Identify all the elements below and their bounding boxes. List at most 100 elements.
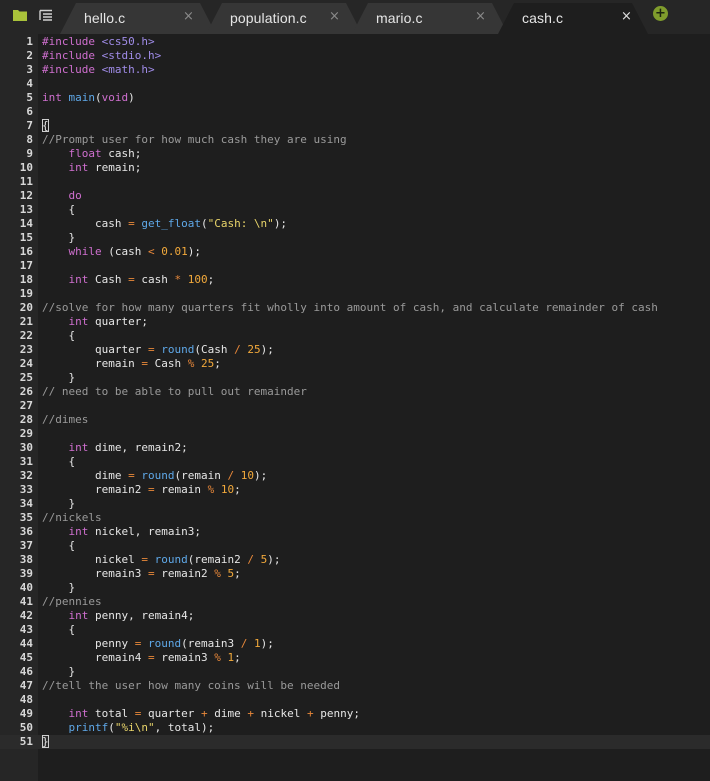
code-line[interactable]: 13 {: [0, 203, 710, 217]
code-line[interactable]: 23 quarter = round(Cash / 25);: [0, 343, 710, 357]
code-text: }: [42, 665, 75, 679]
code-line[interactable]: 32 dime = round(remain / 10);: [0, 469, 710, 483]
code-line[interactable]: 28 //dimes: [0, 413, 710, 427]
code-editor[interactable]: 1 #include <cs50.h> 2 #include <stdio.h> 3 #i…: [0, 34, 710, 781]
code-line[interactable]: 6: [0, 105, 710, 119]
code-line[interactable]: 27: [0, 399, 710, 413]
code-line[interactable]: 26 // need to be able to pull out remaind…: [0, 385, 710, 399]
code-token: quarter: [141, 707, 201, 720]
code-line[interactable]: 40 }: [0, 581, 710, 595]
code-text: quarter = round(Cash / 25);: [42, 343, 274, 357]
code-line[interactable]: 35 //nickels: [0, 511, 710, 525]
code-line[interactable]: 34 }: [0, 497, 710, 511]
tab-cash-c[interactable]: cash.c ×: [498, 3, 648, 34]
code-line[interactable]: 10 int remain;: [0, 161, 710, 175]
code-text: }: [42, 581, 75, 595]
code-token: int: [68, 315, 95, 328]
code-line[interactable]: 3 #include <math.h>: [0, 63, 710, 77]
code-token: =: [147, 651, 155, 664]
code-line[interactable]: 41 //pennies: [0, 595, 710, 609]
code-line[interactable]: 24 remain = Cash % 25;: [0, 357, 710, 371]
code-line[interactable]: 25 }: [0, 371, 710, 385]
code-line[interactable]: 20 //solve for how many quarters fit whol…: [0, 301, 710, 315]
tab-mario-c[interactable]: mario.c ×: [352, 3, 508, 34]
folder-icon[interactable]: [12, 7, 28, 23]
close-icon[interactable]: ×: [183, 9, 194, 24]
code-line[interactable]: 50 printf("%i\n", total);: [0, 721, 710, 735]
line-number: 28: [19, 413, 33, 426]
code-token: int: [68, 707, 95, 720]
code-line[interactable]: 19: [0, 287, 710, 301]
code-line[interactable]: 7{: [0, 119, 710, 133]
code-line[interactable]: 22 {: [0, 329, 710, 343]
code-line[interactable]: 31 {: [0, 455, 710, 469]
code-token: round: [154, 553, 188, 566]
code-token: <math.h>: [101, 63, 155, 76]
close-icon[interactable]: ×: [329, 9, 340, 24]
code-line[interactable]: 15 }: [0, 231, 710, 245]
code-line[interactable]: 5 int main(void): [0, 91, 710, 105]
line-number: 42: [19, 609, 33, 622]
code-token: //Prompt user for how much cash they are…: [42, 133, 347, 146]
code-line[interactable]: 39 remain3 = remain2 % 5;: [0, 567, 710, 581]
code-line[interactable]: 17: [0, 259, 710, 273]
code-text: penny = round(remain3 / 1);: [42, 637, 274, 651]
list-icon[interactable]: [38, 7, 54, 23]
code-line[interactable]: 1 #include <cs50.h>: [0, 35, 710, 49]
code-text: }: [42, 371, 75, 385]
code-line[interactable]: 42 int penny, remain4;: [0, 609, 710, 623]
tab-hello-c[interactable]: hello.c ×: [60, 3, 216, 34]
code-line[interactable]: 51}: [0, 735, 710, 749]
code-text: do: [42, 189, 82, 203]
code-line[interactable]: 29: [0, 427, 710, 441]
code-line[interactable]: 37 {: [0, 539, 710, 553]
code-line[interactable]: 16 while (cash < 0.01);: [0, 245, 710, 259]
code-line[interactable]: 9 float cash;: [0, 147, 710, 161]
code-text: int remain;: [42, 161, 142, 175]
code-line[interactable]: 36 int nickel, remain3;: [0, 525, 710, 539]
code-line[interactable]: 49 int total = quarter + dime + nickel +…: [0, 707, 710, 721]
code-line[interactable]: 43 {: [0, 623, 710, 637]
code-line[interactable]: 2 #include <stdio.h>: [0, 49, 710, 63]
close-icon[interactable]: ×: [475, 9, 486, 24]
code-line[interactable]: 47 //tell the user how many coins will be…: [0, 679, 710, 693]
tab-bar: hello.c × population.c × mario.c × cash.…: [0, 0, 710, 34]
code-token: dime: [207, 707, 248, 720]
code-line[interactable]: 14 cash = get_float("Cash: \n");: [0, 217, 710, 231]
line-number: 32: [19, 469, 33, 482]
code-token: {: [42, 203, 76, 216]
code-text: }: [42, 735, 49, 749]
code-line[interactable]: 18 int Cash = cash * 100;: [0, 273, 710, 287]
tab-population-c[interactable]: population.c ×: [206, 3, 362, 34]
code-token: (remain2: [187, 553, 248, 566]
add-tab-button[interactable]: +: [653, 6, 668, 21]
code-line[interactable]: 38 nickel = round(remain2 / 5);: [0, 553, 710, 567]
code-line[interactable]: 33 remain2 = remain % 10;: [0, 483, 710, 497]
code-line[interactable]: 30 int dime, remain2;: [0, 441, 710, 455]
line-number: 45: [19, 651, 33, 664]
code-text: //dimes: [42, 413, 88, 427]
code-line[interactable]: 11: [0, 175, 710, 189]
code-line[interactable]: 45 remain4 = remain3 % 1;: [0, 651, 710, 665]
code-token: Cash: [147, 357, 188, 370]
close-icon[interactable]: ×: [621, 9, 632, 24]
code-text: int main(void): [42, 91, 135, 105]
code-text: {: [42, 455, 75, 469]
code-line[interactable]: 46 }: [0, 665, 710, 679]
line-number: 36: [19, 525, 33, 538]
code-line[interactable]: 21 int quarter;: [0, 315, 710, 329]
code-line[interactable]: 4: [0, 77, 710, 91]
code-token: int: [68, 525, 95, 538]
code-token: %: [214, 651, 221, 664]
code-text: #include <stdio.h>: [42, 49, 161, 63]
code-token: }: [42, 665, 76, 678]
code-line[interactable]: 8 //Prompt user for how much cash they ar…: [0, 133, 710, 147]
code-token: (: [108, 721, 115, 734]
code-line[interactable]: 12 do: [0, 189, 710, 203]
code-line[interactable]: 48: [0, 693, 710, 707]
code-line[interactable]: 44 penny = round(remain3 / 1);: [0, 637, 710, 651]
code-token: //pennies: [42, 595, 102, 608]
